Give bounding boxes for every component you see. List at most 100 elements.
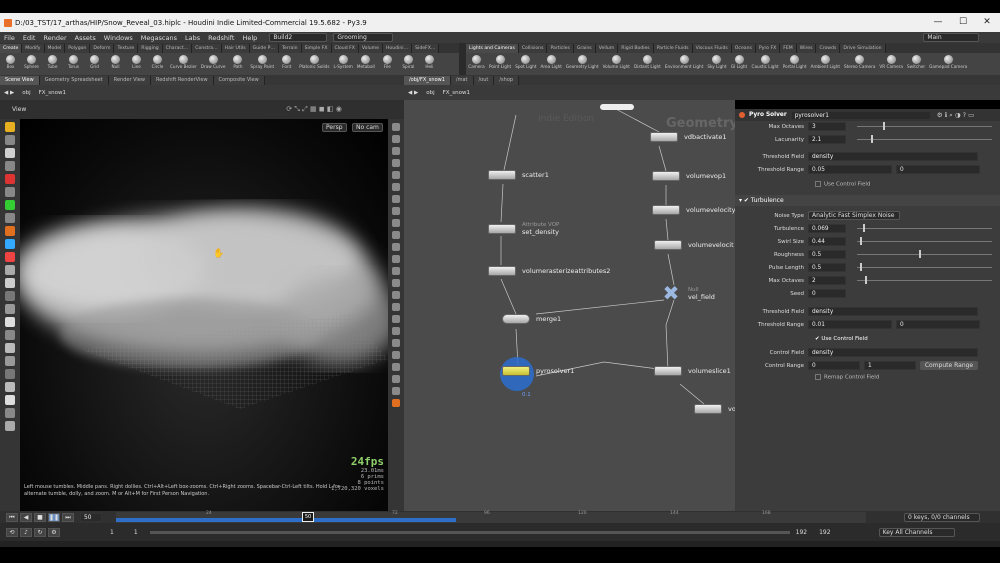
network-node[interactable]: volumetrail1 xyxy=(694,404,735,414)
loop-icon[interactable]: ↻ xyxy=(34,527,46,537)
shelf-tab[interactable]: Hair Utils xyxy=(221,44,250,53)
shelf-tool-button[interactable]: Volume Light xyxy=(601,53,632,70)
network-node[interactable]: scatter1 xyxy=(488,170,549,180)
tool-icon[interactable] xyxy=(5,356,15,366)
shelf-tool-button[interactable]: GI Light xyxy=(729,53,750,70)
param-value-field[interactable]: density xyxy=(808,307,978,316)
menu-windows[interactable]: Windows xyxy=(100,34,137,42)
shelf-tool-button[interactable]: Stereo Camera xyxy=(842,53,877,70)
use-control-field-checkbox[interactable]: ✔ Use Control Field xyxy=(815,336,868,342)
back-icon[interactable]: ◀ ▶ xyxy=(404,90,422,96)
shelf-tab[interactable]: Charact… xyxy=(162,44,193,53)
menu-edit[interactable]: Edit xyxy=(19,34,40,42)
node-top[interactable] xyxy=(600,104,634,110)
shelf-tab[interactable]: Create xyxy=(0,44,23,53)
tool-icon[interactable] xyxy=(5,304,15,314)
pane-tab[interactable]: Redshift RenderView xyxy=(150,76,214,85)
shelf-tab[interactable]: Houdini… xyxy=(382,44,413,53)
stop-button[interactable]: ■ xyxy=(34,512,46,522)
param-slider[interactable] xyxy=(857,228,992,229)
range-slider[interactable] xyxy=(149,530,790,534)
shelf-tool-button[interactable]: Metaball xyxy=(355,53,377,70)
checkbox-box[interactable] xyxy=(815,181,821,187)
node-body[interactable] xyxy=(488,224,516,234)
shelf-tool-button[interactable]: Font xyxy=(276,53,297,70)
shelf-tab[interactable]: Deform xyxy=(90,44,115,53)
shelf-tool-button[interactable]: Torus xyxy=(63,53,84,70)
shelf-tool-button[interactable]: Grid xyxy=(84,53,105,70)
pane-tab[interactable]: Composite View xyxy=(213,76,265,85)
checkbox-box[interactable] xyxy=(815,374,821,380)
shelf-tool-button[interactable]: Ambient Light xyxy=(809,53,842,70)
pane-tab[interactable]: /out xyxy=(473,76,495,85)
param-slider[interactable] xyxy=(857,241,992,242)
network-editor[interactable]: Indie Edition Geometry scatter1 Attribute… xyxy=(404,100,735,511)
node-body[interactable] xyxy=(652,205,680,215)
menu-help[interactable]: Help xyxy=(238,34,261,42)
network-node[interactable]: ✖ Null vel_field xyxy=(660,283,715,303)
shelf-tool-button[interactable]: Switcher xyxy=(905,53,927,70)
param-value-field[interactable]: 3 xyxy=(808,122,846,131)
display-option-icon[interactable] xyxy=(392,375,400,383)
tool-icon[interactable] xyxy=(5,330,15,340)
desktop-dropdown[interactable]: Build2 xyxy=(269,33,328,42)
shelf-tool-button[interactable]: Sky Light xyxy=(705,53,728,70)
network-node[interactable]: vdbactivate1 xyxy=(650,132,727,142)
shelf-tool-button[interactable]: Circle xyxy=(147,53,168,70)
tool-icon[interactable] xyxy=(5,343,15,353)
shelf-tab[interactable]: Collisions xyxy=(518,44,548,53)
shelf-tool-button[interactable]: Draw Curve xyxy=(199,53,228,70)
network-node[interactable]: volumerasterizeattributes2 xyxy=(488,266,610,276)
network-node[interactable]: volumeslice1 xyxy=(654,366,731,376)
pane-tab[interactable]: /obj/FX_snow1 xyxy=(404,76,451,85)
param-slider[interactable] xyxy=(857,267,992,268)
menu-labs[interactable]: Labs xyxy=(181,34,204,42)
node-body[interactable] xyxy=(694,404,722,414)
pane-tab[interactable]: /shop xyxy=(494,76,520,85)
slider-handle[interactable] xyxy=(860,237,862,245)
param-value-field[interactable]: 0 xyxy=(808,289,846,298)
menu-redshift[interactable]: Redshift xyxy=(204,34,238,42)
node-body[interactable] xyxy=(654,366,682,376)
shelf-tool-button[interactable]: Point Light xyxy=(487,53,513,70)
menu-assets[interactable]: Assets xyxy=(71,34,100,42)
display-option-icon[interactable] xyxy=(392,147,400,155)
shelf-tab[interactable]: Rigging xyxy=(138,44,163,53)
network-node[interactable]: Attribute VOP set_density xyxy=(488,222,559,236)
param-slider[interactable] xyxy=(857,139,992,140)
display-option-icon[interactable] xyxy=(392,387,400,395)
prev-key-button[interactable]: ◀ xyxy=(20,512,32,522)
back-icon[interactable]: ◀ ▶ xyxy=(0,90,18,96)
first-frame-button[interactable]: ⏮ xyxy=(6,512,18,522)
node-body[interactable] xyxy=(650,132,678,142)
shelf-tab[interactable]: Crowds xyxy=(816,44,841,53)
shelf-tab[interactable]: Constra… xyxy=(192,44,222,53)
display-option-icon[interactable] xyxy=(392,339,400,347)
path-node[interactable]: FX_snow1 xyxy=(439,90,474,96)
op-name-field[interactable]: pyrosolver1 xyxy=(790,110,931,120)
shelf-tab[interactable]: Cloud FX xyxy=(331,44,359,53)
tool-icon[interactable] xyxy=(5,382,15,392)
noise-type-dropdown[interactable]: Analytic Fast Simplex Noise xyxy=(808,211,900,220)
pane-tab[interactable]: Scene View xyxy=(0,76,40,85)
display-option-icon[interactable] xyxy=(392,267,400,275)
network-node[interactable]: merge1 xyxy=(502,314,561,324)
param-value-field[interactable]: 2.1 xyxy=(808,135,846,144)
shelf-tool-button[interactable]: Spray Paint xyxy=(248,53,276,70)
shelf-tab[interactable]: Model xyxy=(44,44,66,53)
shelf-tab[interactable]: Simple FX xyxy=(301,44,332,53)
tool-icon[interactable] xyxy=(5,265,15,275)
shelf-tab[interactable]: Modify xyxy=(22,44,45,53)
param-value-field[interactable]: density xyxy=(808,348,978,357)
param-tools-icons[interactable]: ⚙ ℹ ⌕ ◑ ? ▭ xyxy=(937,111,975,120)
tool-icon[interactable] xyxy=(5,278,15,288)
display-option-icon[interactable] xyxy=(392,243,400,251)
param-value-field-2[interactable]: 0 xyxy=(896,320,980,329)
param-value-field[interactable]: 0.5 xyxy=(808,263,846,272)
remap-checkbox[interactable]: Remap Control Field xyxy=(815,374,879,381)
display-option-icon[interactable] xyxy=(392,255,400,263)
param-slider[interactable] xyxy=(857,280,992,281)
tool-icon[interactable] xyxy=(5,291,15,301)
slider-handle[interactable] xyxy=(863,224,865,232)
shelf-tab[interactable]: Rigid Bodies xyxy=(618,44,654,53)
